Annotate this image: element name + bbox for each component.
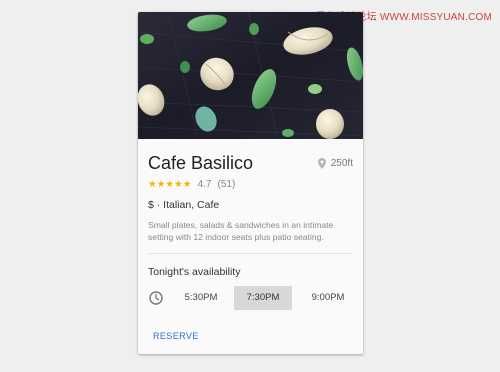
divider: [148, 252, 353, 254]
rating-score: 4.7: [197, 179, 212, 190]
distance: 250ft: [317, 158, 353, 169]
time-slot-7-30-selected[interactable]: 7:30PM: [234, 285, 292, 310]
card-content: Cafe Basilico 250ft ★★★★★ 4.7 (51) $ · I…: [138, 139, 363, 344]
category-label: $ · Italian, Cafe: [148, 199, 220, 211]
restaurant-card: Cafe Basilico 250ft ★★★★★ 4.7 (51) $ · I…: [138, 12, 363, 354]
restaurant-name: Cafe Basilico: [148, 153, 254, 173]
distance-value: 250ft: [330, 158, 353, 169]
rating-count: (51): [217, 179, 236, 190]
title-row: Cafe Basilico 250ft: [148, 153, 353, 174]
time-slot-5-30[interactable]: 5:30PM: [180, 286, 222, 310]
star-rating: ★★★★★: [148, 179, 192, 190]
clock-icon: [149, 291, 163, 305]
availability-title: Tonight's availability: [148, 265, 241, 278]
time-slot-9-00[interactable]: 9:00PM: [308, 286, 348, 310]
hero-image: [138, 12, 363, 139]
time-slots: 5:30PM 7:30PM 9:00PM: [148, 285, 353, 310]
reserve-button[interactable]: RESERVE: [148, 331, 199, 341]
rating-row: ★★★★★ 4.7 (51): [148, 179, 353, 190]
description: Small plates, salads & sandwiches in an …: [148, 220, 334, 243]
map-pin-icon: [317, 158, 326, 169]
